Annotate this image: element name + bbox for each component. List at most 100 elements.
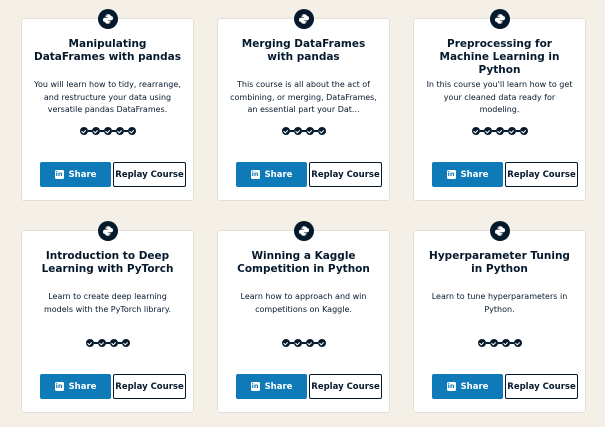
chapter-progress: [414, 339, 585, 347]
course-title: Preprocessing for Machine Learning in Py…: [439, 38, 560, 76]
chapter-complete-check-icon: [293, 127, 302, 135]
share-button[interactable]: in Share: [236, 162, 307, 187]
python-icon: [97, 221, 118, 241]
chapter-complete-check-icon: [483, 127, 492, 135]
replay-course-button[interactable]: Replay Course: [113, 162, 186, 187]
replay-label: Replay Course: [507, 381, 576, 392]
progress-connector: [479, 130, 484, 132]
chapter-complete-check-icon: [97, 339, 106, 347]
progress-connector: [99, 130, 104, 132]
replay-label: Replay Course: [311, 169, 380, 180]
progress-connector: [117, 342, 122, 344]
share-button[interactable]: in Share: [40, 162, 111, 187]
chapter-complete-check-icon: [519, 127, 528, 135]
share-label: Share: [264, 381, 293, 392]
course-card: Winning a Kaggle Competition in Python L…: [217, 221, 390, 413]
progress-connector: [313, 342, 318, 344]
chapter-complete-check-icon: [305, 339, 314, 347]
share-label: Share: [264, 169, 293, 180]
progress-connector: [497, 342, 502, 344]
share-label: Share: [460, 169, 489, 180]
replay-course-button[interactable]: Replay Course: [113, 374, 186, 399]
progress-connector: [301, 130, 306, 132]
replay-label: Replay Course: [115, 381, 184, 392]
chapter-complete-check-icon: [115, 127, 124, 135]
chapter-complete-check-icon: [91, 127, 100, 135]
chapter-progress: [218, 127, 389, 135]
course-description: Learn how to approach and win competitio…: [240, 292, 367, 314]
chapter-complete-check-icon: [495, 127, 504, 135]
chapter-complete-check-icon: [513, 339, 522, 347]
linkedin-icon: in: [446, 382, 456, 391]
replay-label: Replay Course: [115, 169, 184, 180]
chapter-complete-check-icon: [85, 339, 94, 347]
share-label: Share: [460, 381, 489, 392]
chapter-complete-check-icon: [281, 127, 290, 135]
chapter-complete-check-icon: [127, 127, 136, 135]
share-button[interactable]: in Share: [236, 374, 307, 399]
linkedin-icon: in: [250, 170, 260, 179]
share-label: Share: [68, 381, 97, 392]
chapter-complete-check-icon: [121, 339, 130, 347]
python-icon: [293, 9, 314, 29]
chapter-complete-check-icon: [317, 127, 326, 135]
course-card: Manipulating DataFrames with pandas You …: [21, 9, 194, 201]
replay-label: Replay Course: [311, 381, 380, 392]
course-title: Manipulating DataFrames with pandas: [33, 38, 181, 63]
chapter-complete-check-icon: [507, 127, 516, 135]
python-icon: [489, 9, 510, 29]
replay-course-button[interactable]: Replay Course: [505, 374, 578, 399]
share-button[interactable]: in Share: [432, 374, 503, 399]
progress-connector: [301, 342, 306, 344]
chapter-complete-check-icon: [79, 127, 88, 135]
progress-connector: [485, 342, 490, 344]
course-grid: Manipulating DataFrames with pandas You …: [0, 0, 605, 427]
course-card: Introduction to Deep Learning with PyTor…: [21, 221, 194, 413]
chapter-complete-check-icon: [281, 339, 290, 347]
chapter-complete-check-icon: [103, 127, 112, 135]
python-icon: [293, 221, 314, 241]
course-title: Winning a Kaggle Competition in Python: [237, 250, 370, 275]
replay-course-button[interactable]: Replay Course: [505, 162, 578, 187]
progress-connector: [509, 342, 514, 344]
chapter-complete-check-icon: [305, 127, 314, 135]
linkedin-icon: in: [250, 382, 260, 391]
chapter-complete-check-icon: [317, 339, 326, 347]
chapter-complete-check-icon: [293, 339, 302, 347]
replay-course-button[interactable]: Replay Course: [309, 162, 382, 187]
chapter-complete-check-icon: [501, 339, 510, 347]
progress-connector: [491, 130, 496, 132]
course-description: Learn to tune hyperparameters in Python.: [431, 292, 568, 314]
share-label: Share: [68, 169, 97, 180]
share-button[interactable]: in Share: [40, 374, 111, 399]
progress-connector: [313, 130, 318, 132]
replay-label: Replay Course: [507, 169, 576, 180]
share-button[interactable]: in Share: [432, 162, 503, 187]
course-card: Hyperparameter Tuning in Python Learn to…: [413, 221, 586, 413]
progress-connector: [93, 342, 98, 344]
course-card: Preprocessing for Machine Learning in Py…: [413, 9, 586, 201]
course-description: This course is all about the act of comb…: [230, 80, 377, 114]
progress-connector: [289, 130, 294, 132]
chapter-complete-check-icon: [109, 339, 118, 347]
chapter-complete-check-icon: [471, 127, 480, 135]
course-title: Merging DataFrames with pandas: [241, 38, 366, 63]
python-icon: [97, 9, 118, 29]
course-card: Merging DataFrames with pandas This cour…: [217, 9, 390, 201]
linkedin-icon: in: [54, 382, 64, 391]
python-icon: [489, 221, 510, 241]
course-description: You will learn how to tidy, rearrange, a…: [34, 80, 181, 114]
progress-connector: [105, 342, 110, 344]
progress-connector: [289, 342, 294, 344]
linkedin-icon: in: [446, 170, 456, 179]
replay-course-button[interactable]: Replay Course: [309, 374, 382, 399]
course-title: Hyperparameter Tuning in Python: [429, 250, 570, 275]
chapter-complete-check-icon: [477, 339, 486, 347]
course-description: In this course you'll learn how to get y…: [426, 80, 573, 114]
progress-connector: [111, 130, 116, 132]
linkedin-icon: in: [54, 170, 64, 179]
chapter-progress: [218, 339, 389, 347]
chapter-progress: [22, 339, 193, 347]
chapter-complete-check-icon: [489, 339, 498, 347]
progress-connector: [515, 130, 520, 132]
